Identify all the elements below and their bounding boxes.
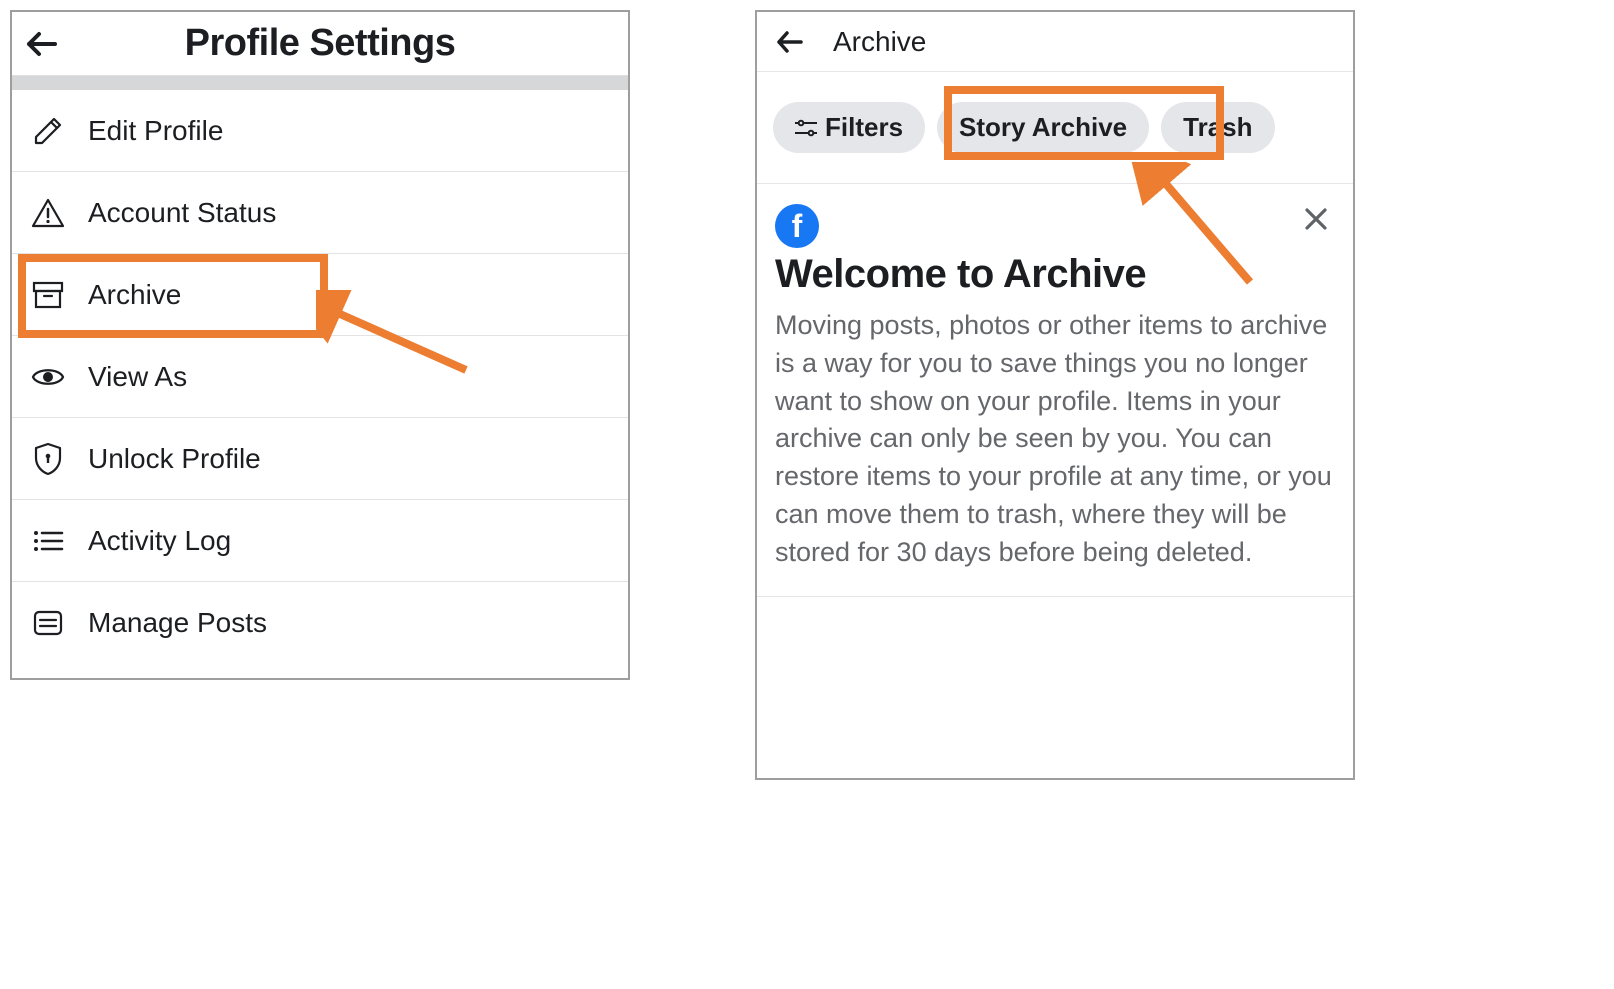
warning-triangle-icon	[30, 195, 66, 231]
welcome-card: f Welcome to Archive Moving posts, photo…	[757, 184, 1353, 597]
close-button[interactable]	[1297, 204, 1335, 234]
menu-label: Archive	[88, 279, 181, 311]
close-icon	[1303, 206, 1329, 232]
menu-label: Account Status	[88, 197, 276, 229]
welcome-body-text: Moving posts, photos or other items to a…	[775, 307, 1335, 572]
archive-chips-row: Filters Story Archive Trash	[757, 72, 1353, 184]
chip-filters[interactable]: Filters	[773, 102, 925, 153]
settings-menu: Edit Profile Account Status Archive View…	[12, 90, 628, 664]
eye-icon	[30, 359, 66, 395]
menu-item-unlock-profile[interactable]: Unlock Profile	[12, 418, 628, 500]
archive-header: Archive	[757, 12, 1353, 72]
back-button[interactable]	[22, 30, 62, 58]
page-title: Profile Settings	[12, 22, 628, 65]
menu-label: Unlock Profile	[88, 443, 261, 475]
menu-item-activity-log[interactable]: Activity Log	[12, 500, 628, 582]
chip-label: Trash	[1183, 112, 1252, 143]
profile-settings-header: Profile Settings	[12, 12, 628, 76]
back-arrow-icon	[25, 30, 59, 58]
profile-settings-panel: Profile Settings Edit Profile Account St…	[10, 10, 630, 680]
shield-lock-icon	[30, 441, 66, 477]
pencil-icon	[30, 113, 66, 149]
chip-label: Filters	[825, 112, 903, 143]
facebook-logo-icon: f	[775, 204, 819, 248]
chip-trash[interactable]: Trash	[1161, 102, 1274, 153]
menu-item-view-as[interactable]: View As	[12, 336, 628, 418]
menu-item-edit-profile[interactable]: Edit Profile	[12, 90, 628, 172]
back-arrow-icon	[775, 29, 805, 55]
menu-label: Activity Log	[88, 525, 231, 557]
menu-item-manage-posts[interactable]: Manage Posts	[12, 582, 628, 664]
archive-panel: Archive Filters Story Archive Trash f	[755, 10, 1355, 780]
document-lines-icon	[30, 605, 66, 641]
filters-icon	[795, 118, 817, 138]
menu-label: Manage Posts	[88, 607, 267, 639]
menu-label: View As	[88, 361, 187, 393]
divider-strip	[12, 76, 628, 90]
welcome-heading: Welcome to Archive	[775, 252, 1335, 297]
menu-item-archive[interactable]: Archive	[12, 254, 628, 336]
list-bullets-icon	[30, 523, 66, 559]
menu-label: Edit Profile	[88, 115, 223, 147]
menu-item-account-status[interactable]: Account Status	[12, 172, 628, 254]
chip-label: Story Archive	[959, 112, 1127, 143]
chip-story-archive[interactable]: Story Archive	[937, 102, 1149, 153]
archive-box-icon	[30, 277, 66, 313]
page-title: Archive	[833, 26, 926, 58]
back-button[interactable]	[775, 29, 805, 55]
